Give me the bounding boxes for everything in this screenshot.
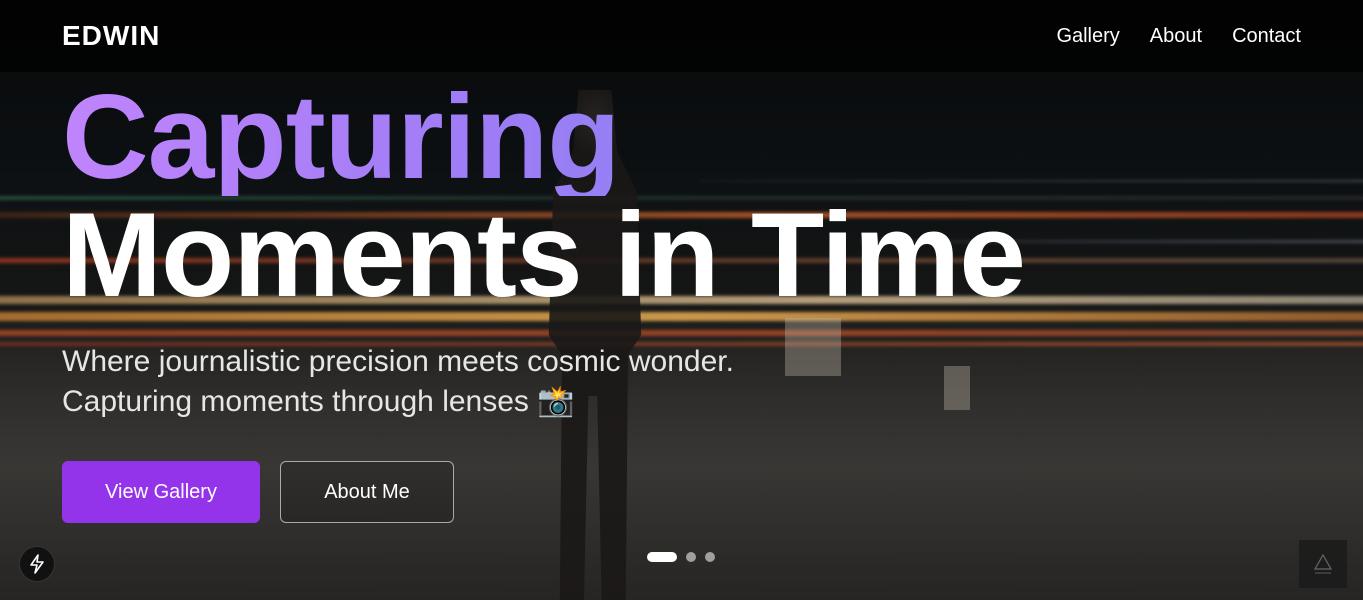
bolt-icon xyxy=(30,554,44,574)
logo-badge-icon xyxy=(1313,553,1333,574)
top-navbar: EDWIN Gallery About Contact xyxy=(0,0,1363,72)
carousel-dot-3[interactable] xyxy=(705,552,715,562)
nav-link-about[interactable]: About xyxy=(1150,25,1202,48)
nav-link-gallery[interactable]: Gallery xyxy=(1056,25,1119,48)
carousel-indicators xyxy=(647,552,715,562)
hero-buttons: View Gallery About Me xyxy=(62,461,454,523)
nav-links: Gallery About Contact xyxy=(1056,25,1301,48)
hero-subtitle: Where journalistic precision meets cosmi… xyxy=(62,342,822,422)
carousel-dot-2[interactable] xyxy=(686,552,696,562)
site-logo[interactable]: EDWIN xyxy=(62,20,160,52)
carousel-dot-1[interactable] xyxy=(647,552,677,562)
about-me-button[interactable]: About Me xyxy=(280,461,454,523)
subtitle-line-2: Capturing moments through lenses 📸 xyxy=(62,385,575,418)
nav-link-contact[interactable]: Contact xyxy=(1232,25,1301,48)
subtitle-line-1: Where journalistic precision meets cosmi… xyxy=(62,345,734,378)
headline-white-line: Moments in Time xyxy=(62,188,1026,322)
quick-action-button[interactable] xyxy=(19,546,55,582)
headline-gradient-line: Capturing xyxy=(62,77,1025,197)
hero-headline: Capturing Moments in Time xyxy=(62,77,1026,322)
view-gallery-button[interactable]: View Gallery xyxy=(62,461,260,523)
hero-section: EDWIN Gallery About Contact Capturing Mo… xyxy=(0,0,1363,600)
corner-logo-badge xyxy=(1299,540,1347,588)
